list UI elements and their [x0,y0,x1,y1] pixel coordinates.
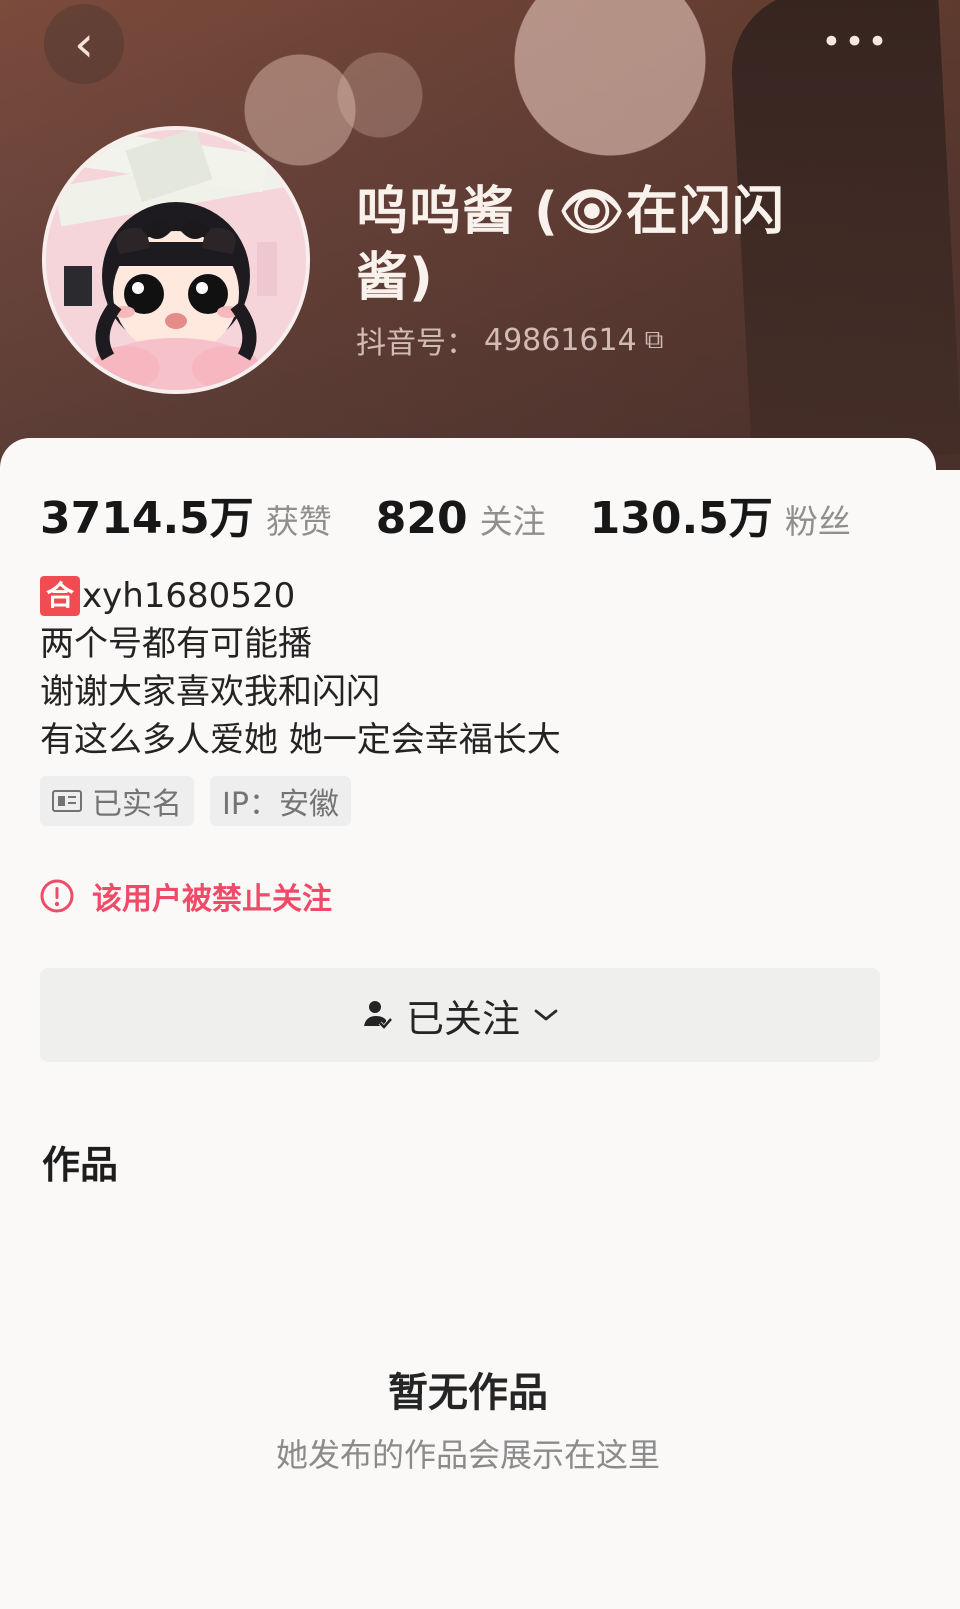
avatar[interactable] [42,126,310,394]
bio-line-4: 有这么多人爱她 她一定会幸福长大 [40,720,561,760]
followers-count: 130.5万 [589,493,773,544]
followed-button-content: 已关注 [360,988,560,1043]
followed-button-label: 已关注 [405,996,520,1041]
empty-works-subtitle: 她发布的作品会展示在这里 [275,1436,660,1474]
followers-label: 粉丝 [784,502,851,541]
ip-tag: IP：安徽 [210,776,351,826]
profile-tags: 已实名 IP：安徽 [40,776,351,826]
douyin-id-row[interactable]: 抖音号： 49861614 ⧉ [356,318,663,362]
avatar-image [46,130,306,390]
chevron-down-icon [534,1009,558,1021]
douyin-id-label: 抖音号： [356,326,476,361]
collab-badge: 合 [40,576,80,616]
profile-bio: 合 xyh1680520 两个号都有可能播 谢谢大家喜欢我和闪闪 有这么多人爱她… [40,572,561,764]
bio-line-2: 两个号都有可能播 [40,624,312,664]
follow-restriction-notice: 该用户被禁止关注 [40,874,332,918]
followed-button[interactable]: 已关注 [40,968,880,1062]
warning-icon [40,879,74,913]
works-section-title: 作品 [42,1143,119,1187]
id-card-icon [52,790,82,812]
back-button[interactable]: ‹ [44,4,124,84]
likes-count: 3714.5万 [40,493,254,544]
profile-name-line-2: 酱) [356,248,434,308]
likes-stat[interactable]: 3714.5万 获赞 [40,482,332,546]
followers-stat[interactable]: 130.5万 粉丝 [590,482,851,546]
back-icon: ‹ [74,15,94,73]
following-label: 关注 [479,502,546,541]
bio-line-3: 谢谢大家喜欢我和闪闪 [40,672,380,712]
douyin-id-value: 49861614 [484,322,637,358]
bio-line-1-text: xyh1680520 [82,576,296,616]
verified-tag[interactable]: 已实名 [40,776,194,826]
bio-line-1: 合 xyh1680520 [40,572,561,620]
copy-icon[interactable]: ⧉ [645,325,664,356]
more-icon: ••• [821,22,891,62]
follow-restriction-text: 该用户被禁止关注 [92,882,332,917]
ip-tag-label: IP：安徽 [222,787,339,822]
empty-works-title: 暂无作品 [388,1370,548,1416]
likes-label: 获赞 [265,502,332,541]
profile-stats: 3714.5万 获赞 820 关注 130.5万 粉丝 [40,482,895,546]
following-stat[interactable]: 820 关注 [376,493,546,544]
profile-name-line-1: 呜呜酱 (👁在闪闪 [356,182,785,242]
following-count: 820 [375,493,468,544]
more-button[interactable]: ••• [819,14,893,70]
user-check-icon [363,1001,393,1030]
verified-tag-label: 已实名 [92,787,182,822]
profile-header-banner: ‹ ••• 呜呜酱 (👁在闪闪 酱) 抖音号： 49861614 ⧉ [0,0,960,470]
